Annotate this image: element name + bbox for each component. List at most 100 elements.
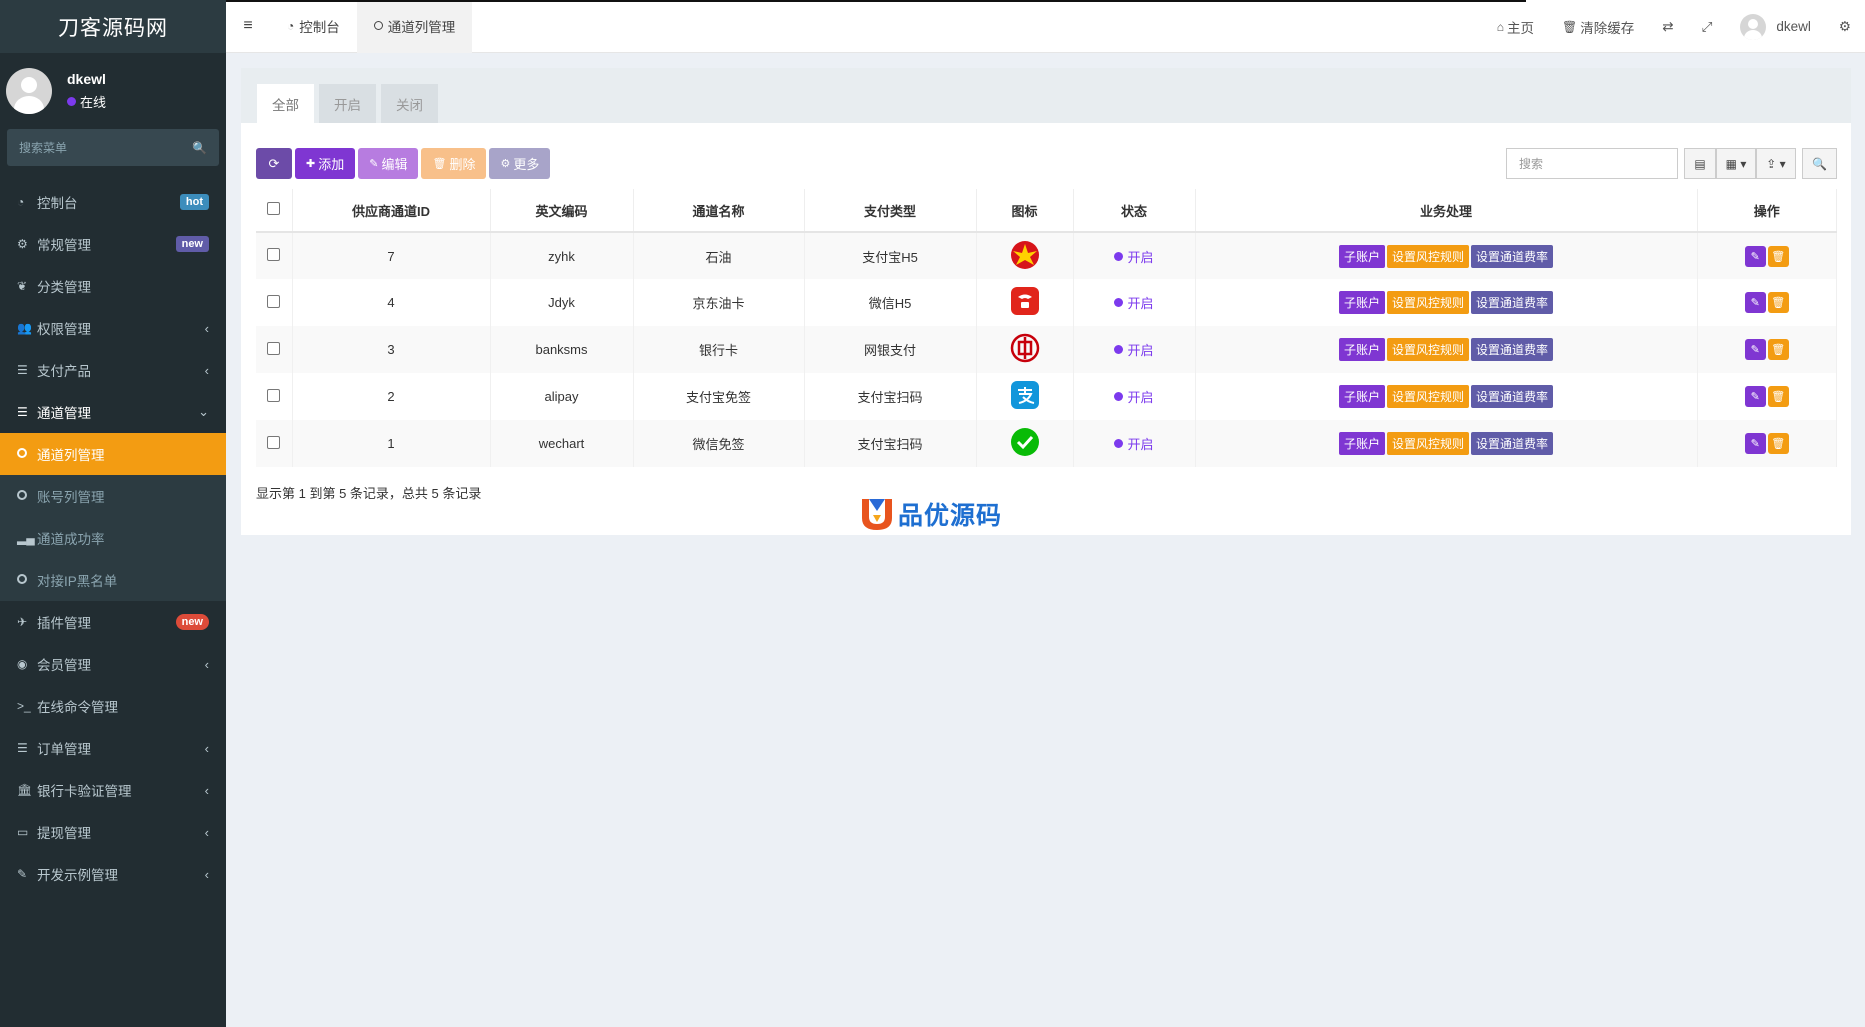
col-header[interactable]: 通道名称 xyxy=(633,189,805,233)
tab-disabled[interactable]: 关闭 xyxy=(381,84,438,123)
visa-icon: ▭ xyxy=(17,825,29,839)
risk-rules-button[interactable]: 设置风控规则 xyxy=(1386,338,1469,361)
refresh-button[interactable]: ⟳ xyxy=(256,148,292,179)
row-checkbox[interactable] xyxy=(267,248,281,261)
edit-row-icon[interactable]: ✎ xyxy=(1744,245,1766,267)
status-badge[interactable]: 开启 xyxy=(1114,387,1154,406)
row-checkbox[interactable] xyxy=(267,341,281,355)
delete-button[interactable]: 🗑 删除 xyxy=(421,148,487,179)
sub-account-button[interactable]: 子账户 xyxy=(1338,338,1385,361)
status-badge[interactable]: 开启 xyxy=(1114,293,1154,312)
menu-search[interactable]: 🔍 xyxy=(7,129,219,166)
sidebar-item-dev-examples[interactable]: ✎ 开发示例管理 ‹ xyxy=(0,853,226,895)
clear-cache-button[interactable]: 🗑 清除缓存 xyxy=(1548,17,1648,37)
tab-all[interactable]: 全部 xyxy=(257,84,314,123)
cell-id: 7 xyxy=(292,232,491,279)
plus-icon: ✚ xyxy=(306,158,316,170)
sidebar-item-products[interactable]: ☰ 支付产品 ‹ xyxy=(0,349,226,391)
sub-account-button[interactable]: 子账户 xyxy=(1338,432,1385,455)
col-header[interactable]: 供应商通道ID xyxy=(292,189,491,233)
edit-row-icon[interactable]: ✎ xyxy=(1744,386,1766,407)
delete-row-icon[interactable]: 🗑 xyxy=(1767,245,1789,267)
fullscreen-icon[interactable]: ⤢ xyxy=(1688,19,1727,35)
sidebar-item-withdraw[interactable]: ▭ 提现管理 ‹ xyxy=(0,811,226,853)
search-icon[interactable]: 🔍 xyxy=(192,141,207,155)
col-header[interactable]: 支付类型 xyxy=(804,189,977,233)
add-button[interactable]: ✚ 添加 xyxy=(295,148,356,179)
sidebar-item-ip-blacklist[interactable]: 对接IP黑名单 xyxy=(0,559,226,601)
more-button[interactable]: ⚙ 更多 xyxy=(489,148,551,179)
home-link[interactable]: ⌂ 主页 xyxy=(1483,17,1548,37)
sidebar-item-dashboard[interactable]: ◔ 控制台 hot xyxy=(0,181,226,223)
sub-account-button[interactable]: 子账户 xyxy=(1338,244,1385,268)
edit-button[interactable]: ✎ 编辑 xyxy=(358,148,419,179)
col-header[interactable]: 操作 xyxy=(1697,189,1837,233)
edit-row-icon[interactable]: ✎ xyxy=(1744,339,1766,360)
col-header[interactable]: 状态 xyxy=(1073,189,1196,233)
sidebar-item-success-rate[interactable]: ▂▄ 通道成功率 xyxy=(0,517,226,559)
sidebar-item-channel-list[interactable]: 通道列管理 xyxy=(0,433,226,475)
table-row: 2 alipay 支付宝免签 支付宝扫码 开启 子账户 设置风控规则 设置通道费率 … xyxy=(256,373,1837,420)
sidebar-item-orders[interactable]: ☰ 订单管理 ‹ xyxy=(0,727,226,769)
risk-rules-button[interactable]: 设置风控规则 xyxy=(1386,385,1469,408)
delete-row-icon[interactable]: 🗑 xyxy=(1767,433,1789,454)
channel-fee-button[interactable]: 设置通道费率 xyxy=(1471,338,1554,361)
user-menu[interactable]: dkewl xyxy=(1726,13,1825,40)
sidebar-item-general[interactable]: ⚙ 常规管理 new xyxy=(0,223,226,265)
status-badge[interactable]: 开启 xyxy=(1114,247,1154,266)
channel-fee-button[interactable]: 设置通道费率 xyxy=(1471,291,1554,314)
circle-icon xyxy=(17,573,37,587)
col-header[interactable]: 英文编码 xyxy=(490,189,634,233)
settings-icon[interactable]: ⚙ xyxy=(1825,19,1865,35)
table-search-input[interactable]: 搜索 xyxy=(1506,148,1678,179)
circle-icon xyxy=(373,19,383,33)
wechat-icon xyxy=(1010,428,1040,460)
home-icon: ⌂ xyxy=(1496,19,1505,34)
edit-row-icon[interactable]: ✎ xyxy=(1744,292,1766,313)
row-checkbox[interactable] xyxy=(267,388,281,402)
channel-fee-button[interactable]: 设置通道费率 xyxy=(1471,244,1554,268)
language-icon[interactable]: ⇄ xyxy=(1648,19,1687,35)
tab-enabled[interactable]: 开启 xyxy=(319,84,376,123)
sidebar-item-commands[interactable]: >_ 在线命令管理 xyxy=(0,685,226,727)
brand-logo[interactable]: 刀客源码网 xyxy=(0,0,226,53)
columns-button[interactable]: ▦ ▾ xyxy=(1716,148,1756,179)
sidebar-item-members[interactable]: ◉ 会员管理 ‹ xyxy=(0,643,226,685)
status-badge[interactable]: 开启 xyxy=(1114,434,1154,453)
edit-row-icon[interactable]: ✎ xyxy=(1744,433,1766,454)
right-tools: 搜索 ▤ ▦ ▾ ⇪ ▾ 🔍 xyxy=(1506,148,1837,179)
advanced-search-button[interactable]: 🔍 xyxy=(1802,148,1837,179)
cell-id: 4 xyxy=(292,279,491,326)
list-icon: ☰ xyxy=(17,741,28,755)
toggle-view-button[interactable]: ▤ xyxy=(1684,148,1716,179)
sidebar-item-channel[interactable]: ☰ 通道管理 ⌄ xyxy=(0,391,226,433)
risk-rules-button[interactable]: 设置风控规则 xyxy=(1386,244,1469,268)
sidebar-item-plugins[interactable]: ✈ 插件管理 new xyxy=(0,601,226,643)
row-checkbox[interactable] xyxy=(267,435,281,449)
status-badge[interactable]: 开启 xyxy=(1114,340,1154,359)
sidebar-item-bankcard[interactable]: 🏛 银行卡验证管理 ‹ xyxy=(0,769,226,811)
menu-toggle-icon[interactable]: ≡ xyxy=(226,17,270,35)
risk-rules-button[interactable]: 设置风控规则 xyxy=(1386,432,1469,455)
select-all-checkbox[interactable] xyxy=(267,202,281,215)
sub-account-button[interactable]: 子账户 xyxy=(1338,385,1385,408)
menu-search-input[interactable] xyxy=(19,140,169,155)
delete-row-icon[interactable]: 🗑 xyxy=(1767,339,1789,360)
col-header[interactable]: 业务处理 xyxy=(1195,189,1698,233)
delete-row-icon[interactable]: 🗑 xyxy=(1767,292,1789,313)
sidebar-item-auth[interactable]: 👥 权限管理 ‹ xyxy=(0,307,226,349)
risk-rules-button[interactable]: 设置风控规则 xyxy=(1386,291,1469,314)
col-header[interactable]: 图标 xyxy=(976,189,1074,233)
channel-fee-button[interactable]: 设置通道费率 xyxy=(1471,432,1554,455)
search-icon: 🔍 xyxy=(1812,156,1827,171)
sub-account-button[interactable]: 子账户 xyxy=(1338,291,1385,314)
tab-dashboard[interactable]: ◔ 控制台 xyxy=(270,0,357,53)
row-checkbox[interactable] xyxy=(267,294,281,308)
delete-row-icon[interactable]: 🗑 xyxy=(1767,386,1789,407)
sidebar-item-category[interactable]: ❦ 分类管理 xyxy=(0,265,226,307)
channel-fee-button[interactable]: 设置通道费率 xyxy=(1471,385,1554,408)
export-button[interactable]: ⇪ ▾ xyxy=(1756,148,1796,179)
tab-channel-list[interactable]: 通道列管理 xyxy=(356,0,473,53)
sidebar-item-account-list[interactable]: 账号列管理 xyxy=(0,475,226,517)
table-row: 7 zyhk 石油 支付宝H5 开启 子账户 设置风控规则 设置通道费率 ✎ 🗑 xyxy=(256,232,1837,279)
